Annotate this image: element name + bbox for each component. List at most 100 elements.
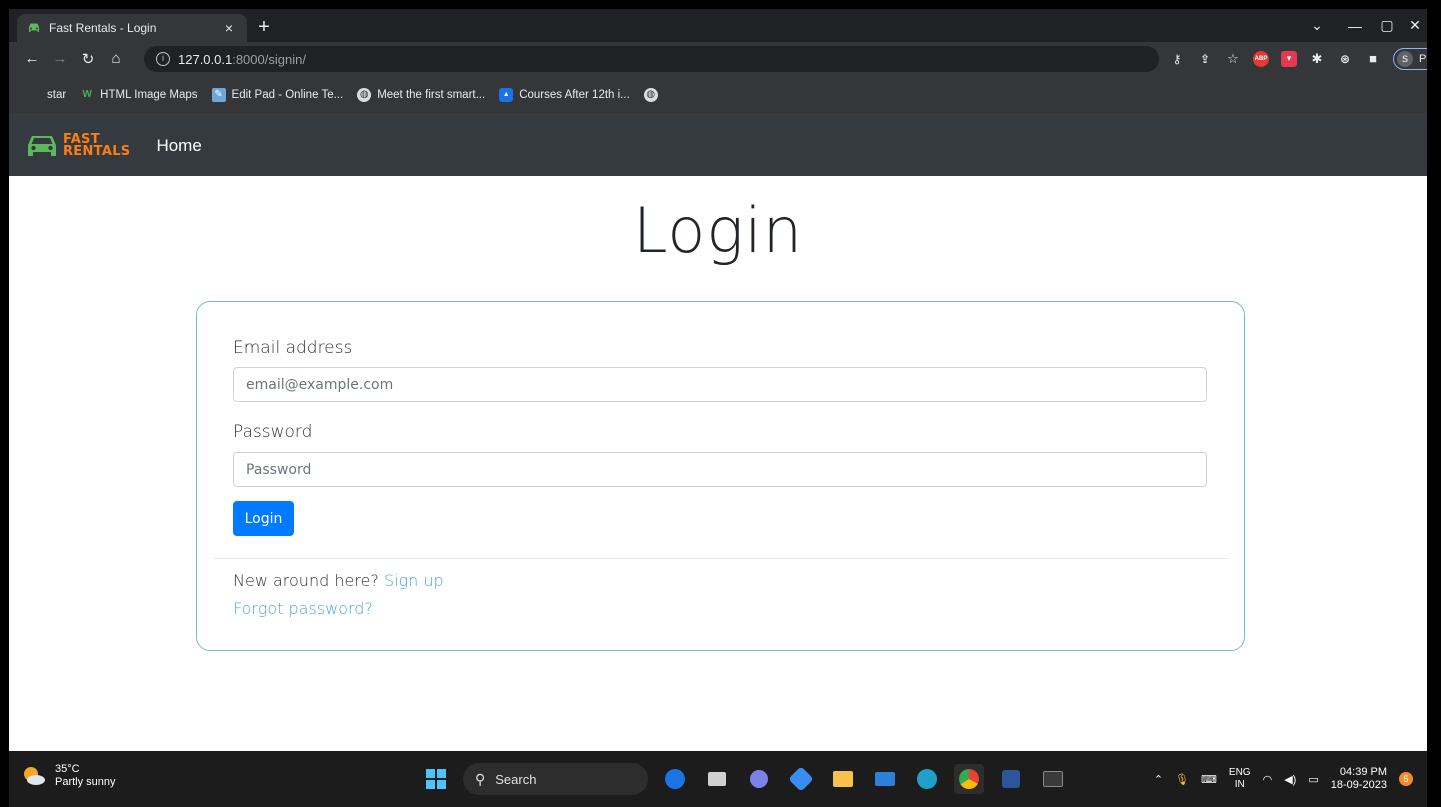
bookmarks-bar: star W HTML Image Maps ✎ Edit Pad - Onli… [9,75,1427,115]
word-icon[interactable] [996,764,1026,794]
share-icon[interactable]: ⇪ [1197,51,1213,67]
nav-home-link[interactable]: Home [156,136,201,156]
bing-icon[interactable] [660,764,690,794]
tab-close-icon[interactable]: × [221,20,237,36]
site-info-icon[interactable]: i [156,52,170,66]
brand-text: FAST RENTALS [63,133,131,159]
page-title: Login [632,194,804,267]
sign-up-link[interactable]: Sign up [384,571,444,590]
extensions-area: ⚷ ⇪ ☆ ABP ▾ ✱ ⊛ ■ S Paused ⋮ [1169,42,1427,75]
chrome-icon[interactable] [954,764,984,794]
language-indicator[interactable]: ENG IN [1229,767,1251,791]
side-panel-icon[interactable]: ■ [1365,51,1381,67]
keyboard-icon[interactable]: ⌨ [1201,773,1217,786]
search-icon: ⚲ [475,770,486,787]
forward-arrow-icon[interactable]: → [47,46,73,72]
puzzle-extensions-icon[interactable]: ✱ [1309,51,1325,67]
bookmark-label: Courses After 12th i... [519,88,630,101]
profile-status: Paused [1419,52,1427,65]
tab-strip: Fast Rentals - Login × + ⌄ — ▢ ✕ [9,9,1427,42]
car-favicon-icon [27,21,41,35]
url-path: :8000/signin/ [232,51,306,67]
password-field[interactable]: Password [233,452,1207,487]
lang-bottom: IN [1234,779,1245,790]
weather-text: Partly sunny [55,776,116,788]
signup-prompt: New around here? Sign up [233,571,444,590]
forgot-password-link[interactable]: Forgot password? [233,599,373,618]
forgot-password-line: Forgot password? [233,599,373,618]
wifi-icon[interactable]: ◠ [1263,773,1273,786]
new-tab-button[interactable]: + [253,17,275,39]
address-bar[interactable]: i 127.0.0.1:8000/signin/ [144,46,1159,72]
image-maps-favicon-icon: W [82,89,92,100]
volume-icon[interactable]: ◀) [1284,773,1296,786]
globe-icon: ◍ [643,87,658,102]
bookmark-edit-pad[interactable]: ✎ Edit Pad - Online Te... [211,87,344,102]
mail-icon[interactable] [870,764,900,794]
close-window-icon[interactable]: ✕ [1395,9,1427,42]
partly-sunny-icon [24,767,45,785]
battery-icon[interactable]: ▭ [1308,773,1318,786]
taskbar-apps: ⚲ Search [421,759,1068,799]
temperature: 35°C [55,763,80,775]
search-label: Search [495,771,537,787]
main-content: Login Email address email@example.com Pa… [9,176,1427,751]
bookmark-label: Meet the first smart... [377,88,486,101]
back-arrow-icon[interactable]: ← [19,46,45,72]
password-label: Password [233,422,313,442]
bookmark-star-icon[interactable]: ☆ [1225,51,1241,67]
brand-line2: RENTALS [63,143,131,159]
file-explorer-icon[interactable] [828,764,858,794]
email-field[interactable]: email@example.com [233,367,1207,402]
tab-fast-rentals-login[interactable]: Fast Rentals - Login × [17,14,247,42]
avatar: S [1397,50,1413,67]
microphone-icon[interactable]: 🎙 [1175,773,1189,786]
app-navbar: FAST RENTALS Home [9,115,1427,176]
bookmark-label: star [47,88,67,101]
lang-top: ENG [1228,767,1251,778]
copilot-icon[interactable] [786,764,816,794]
adblock-icon[interactable]: ABP [1253,50,1269,67]
performance-icon[interactable]: ⊛ [1337,51,1353,67]
pocket-icon[interactable]: ▾ [1281,50,1297,67]
url-host: 127.0.0.1 [178,51,233,67]
edge-icon[interactable] [912,764,942,794]
card-divider [213,558,1229,559]
car-icon [28,135,56,156]
windows-start-icon[interactable] [421,764,451,794]
task-view-icon[interactable] [702,764,732,794]
brand-logo[interactable]: FAST RENTALS [25,133,130,159]
bookmark-star[interactable]: star [47,89,66,101]
bookmark-label: HTML Image Maps [100,88,198,101]
edit-pad-favicon-icon: ✎ [211,87,226,102]
teams-chat-icon[interactable] [744,764,774,794]
globe-icon: ◍ [357,87,372,102]
tray-chevron-up-icon[interactable]: ⌃ [1154,773,1163,786]
bookmark-html-image-maps[interactable]: W HTML Image Maps [80,88,197,102]
new-around-text: New around here? [233,571,379,590]
windows-taskbar: 35°C Partly sunny ⚲ Search ⌃ 🎙 ⌨ ENG IN … [9,751,1427,807]
key-icon[interactable]: ⚷ [1169,51,1185,67]
home-icon[interactable]: ⌂ [103,46,129,72]
notification-badge[interactable]: 5 [1399,772,1413,786]
date: 18-09-2023 [1330,779,1387,791]
terminal-icon[interactable] [1038,764,1068,794]
bookmark-label: Edit Pad - Online Te... [231,88,344,101]
bookmark-meet-first-smart[interactable]: ◍ Meet the first smart... [357,87,486,102]
profile-button[interactable]: S Paused [1393,47,1427,70]
clock[interactable]: 04:39 PM 18-09-2023 [1331,766,1387,792]
bookmark-courses-after-12th[interactable]: ▲ Courses After 12th i... [499,87,630,102]
email-label: Email address [233,338,353,358]
login-button[interactable]: Login [233,501,294,536]
time: 04:39 PM [1339,766,1387,778]
tab-search-chevron-icon[interactable]: ⌄ [1297,9,1337,42]
browser-window: Fast Rentals - Login × + ⌄ — ▢ ✕ ← → ↻ ⌂… [9,9,1427,807]
tab-title: Fast Rentals - Login [49,21,157,35]
login-card: Email address email@example.com Password… [196,301,1245,651]
reload-icon[interactable]: ↻ [75,46,101,72]
system-tray: ⌃ 🎙 ⌨ ENG IN ◠ ◀) ▭ 04:39 PM 18-09-2023 … [1154,761,1413,797]
bookmark-globe[interactable]: ◍ [643,87,664,102]
taskbar-search[interactable]: ⚲ Search [463,763,648,795]
browser-toolbar: ← → ↻ ⌂ i 127.0.0.1:8000/signin/ ⚷ ⇪ ☆ A… [9,42,1427,75]
weather-widget[interactable]: 35°C Partly sunny [21,763,116,789]
